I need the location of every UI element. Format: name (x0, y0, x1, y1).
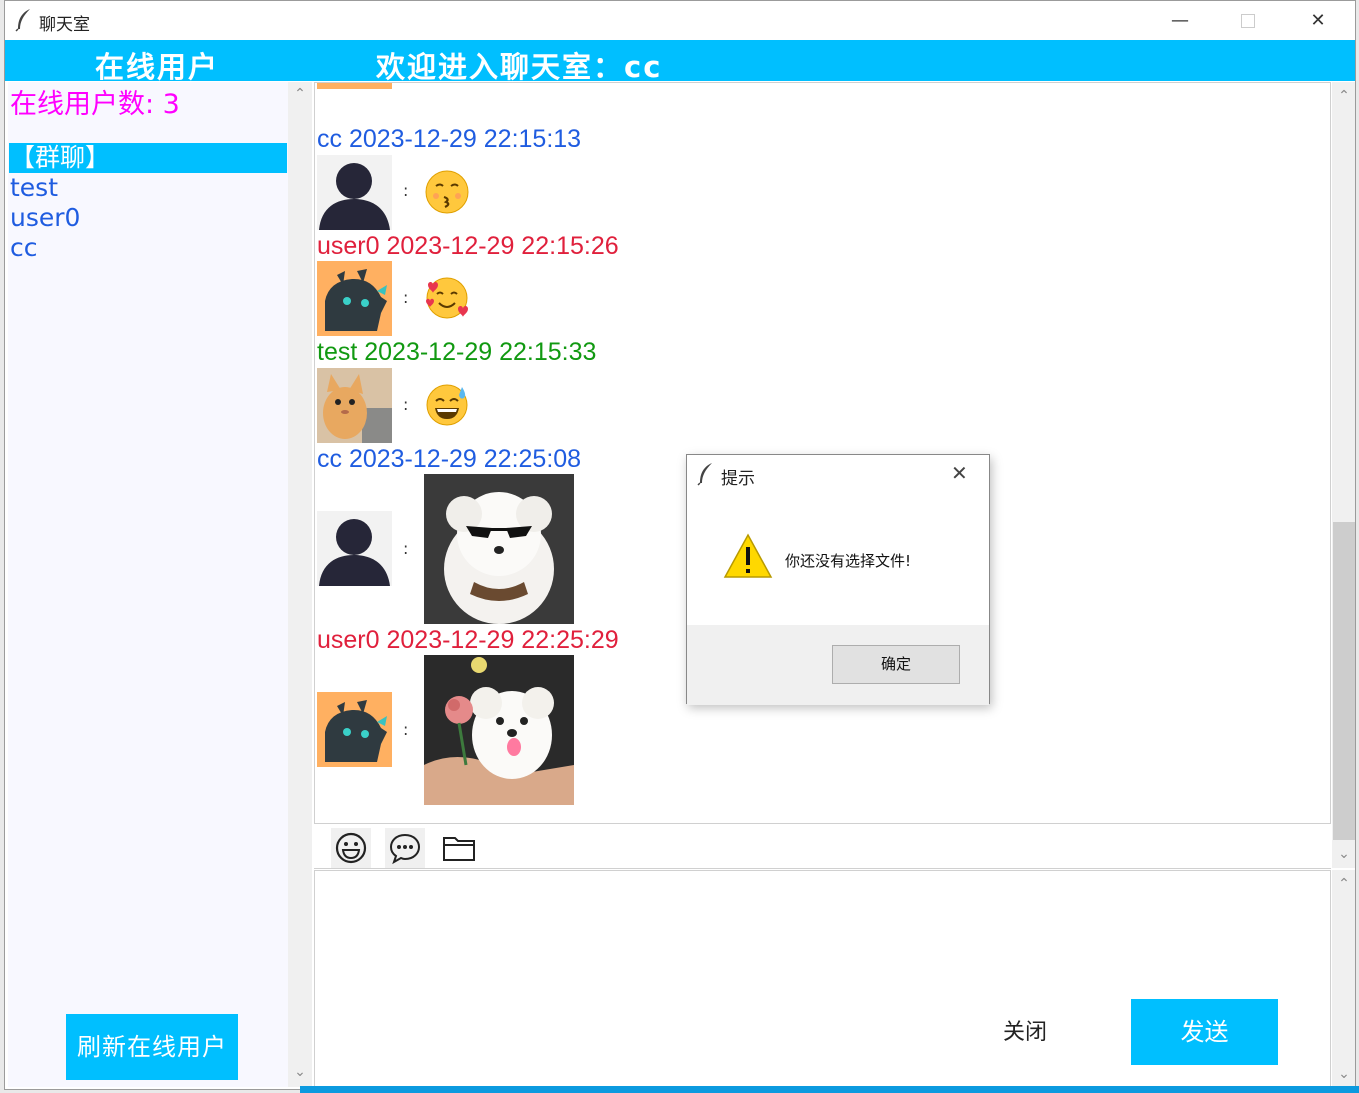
background-window-strip (300, 1086, 1359, 1093)
file-button[interactable] (439, 828, 479, 868)
minimize-button[interactable]: — (1145, 1, 1215, 40)
silhouette-avatar (317, 155, 392, 230)
header-bar: 在线用户 欢迎进入聊天室：cc (5, 40, 1355, 84)
dog-sunglasses-photo (424, 474, 574, 624)
alert-dialog: 提示 ✕ 你还没有选择文件! 确定 (686, 454, 990, 705)
message-sender: cc 2023-12-29 22:15:13 (317, 125, 582, 153)
close-button[interactable]: 关闭 (985, 1002, 1065, 1064)
ok-button[interactable]: 确定 (832, 645, 960, 684)
scrollbar-thumb[interactable] (1333, 522, 1355, 840)
silhouette-avatar (317, 511, 392, 586)
message-sender: user0 2023-12-29 22:25:29 (317, 626, 619, 654)
dog-flower-photo (424, 655, 574, 805)
input-scrollbar[interactable]: ⌃ ⌄ (1332, 870, 1355, 1087)
close-window-button[interactable]: ✕ (1283, 1, 1353, 40)
scroll-up-icon[interactable]: ⌃ (1332, 872, 1355, 896)
scroll-up-icon[interactable]: ⌃ (1332, 84, 1355, 108)
kiss-emoji-icon (425, 170, 469, 214)
message-sender: cc 2023-12-29 22:25:08 (317, 445, 582, 473)
folder-icon (443, 837, 475, 861)
warning-icon (723, 533, 773, 578)
maximize-button[interactable] (1213, 1, 1283, 40)
scroll-down-icon[interactable]: ⌄ (288, 1060, 312, 1084)
maximize-icon (1241, 13, 1255, 28)
chat-button[interactable] (385, 828, 425, 868)
user-item-test[interactable]: test (9, 173, 287, 203)
dialog-close-button[interactable]: ✕ (951, 461, 968, 485)
title-bar: 聊天室 — ✕ (5, 1, 1355, 40)
scroll-down-icon[interactable]: ⌄ (1332, 842, 1355, 866)
online-count: 在线用户数: 3 (10, 89, 180, 120)
scroll-down-icon[interactable]: ⌄ (1332, 1062, 1355, 1086)
message-colon: : (403, 720, 409, 739)
online-user-list: 在线用户数: 3 【群聊】 test user0 cc (8, 82, 288, 1087)
message-sender: test 2023-12-29 22:15:33 (317, 338, 597, 366)
user-item-user0[interactable]: user0 (9, 203, 287, 233)
chat-history: cc 2023-12-29 22:15:13 : user0 2023-12-2… (314, 82, 1331, 824)
dragon-avatar (317, 692, 392, 767)
refresh-users-button[interactable]: 刷新在线用户 (66, 1014, 238, 1080)
message-colon: : (403, 395, 409, 414)
feather-app-icon (697, 463, 712, 486)
dialog-footer: 确定 (687, 625, 989, 705)
user-list-scrollbar[interactable]: ⌃ ⌄ (288, 82, 312, 1087)
dragon-avatar (317, 261, 392, 336)
sweat-smile-emoji-icon (426, 384, 468, 426)
chat-bubble-icon (389, 833, 421, 865)
send-button[interactable]: 发送 (1131, 999, 1278, 1065)
message-colon: : (403, 181, 409, 200)
chat-window: 聊天室 — ✕ 在线用户 欢迎进入聊天室：cc 在线用户数: 3 【群聊】 te… (4, 0, 1356, 1090)
feather-app-icon (15, 9, 30, 32)
online-users-heading: 在线用户 (95, 50, 220, 84)
message-sender: user0 2023-12-29 22:15:26 (317, 232, 619, 260)
scroll-up-icon[interactable]: ⌃ (288, 82, 312, 106)
user-item-group-chat[interactable]: 【群聊】 (9, 143, 287, 173)
chat-scrollbar[interactable]: ⌃ ⌄ (1332, 82, 1355, 868)
smiling-hearts-emoji-icon (426, 277, 468, 319)
message-colon: : (403, 288, 409, 307)
emoji-button[interactable] (331, 828, 371, 868)
previous-avatar-fragment (317, 83, 392, 89)
user-item-cc[interactable]: cc (9, 233, 287, 263)
smile-icon (335, 832, 367, 864)
message-colon: : (403, 539, 409, 558)
dialog-message: 你还没有选择文件! (785, 552, 912, 570)
message-toolbar (314, 825, 1331, 869)
cat-avatar (317, 368, 392, 443)
dialog-title: 提示 (721, 469, 755, 489)
window-title: 聊天室 (39, 15, 90, 35)
welcome-heading: 欢迎进入聊天室：cc (376, 50, 663, 84)
